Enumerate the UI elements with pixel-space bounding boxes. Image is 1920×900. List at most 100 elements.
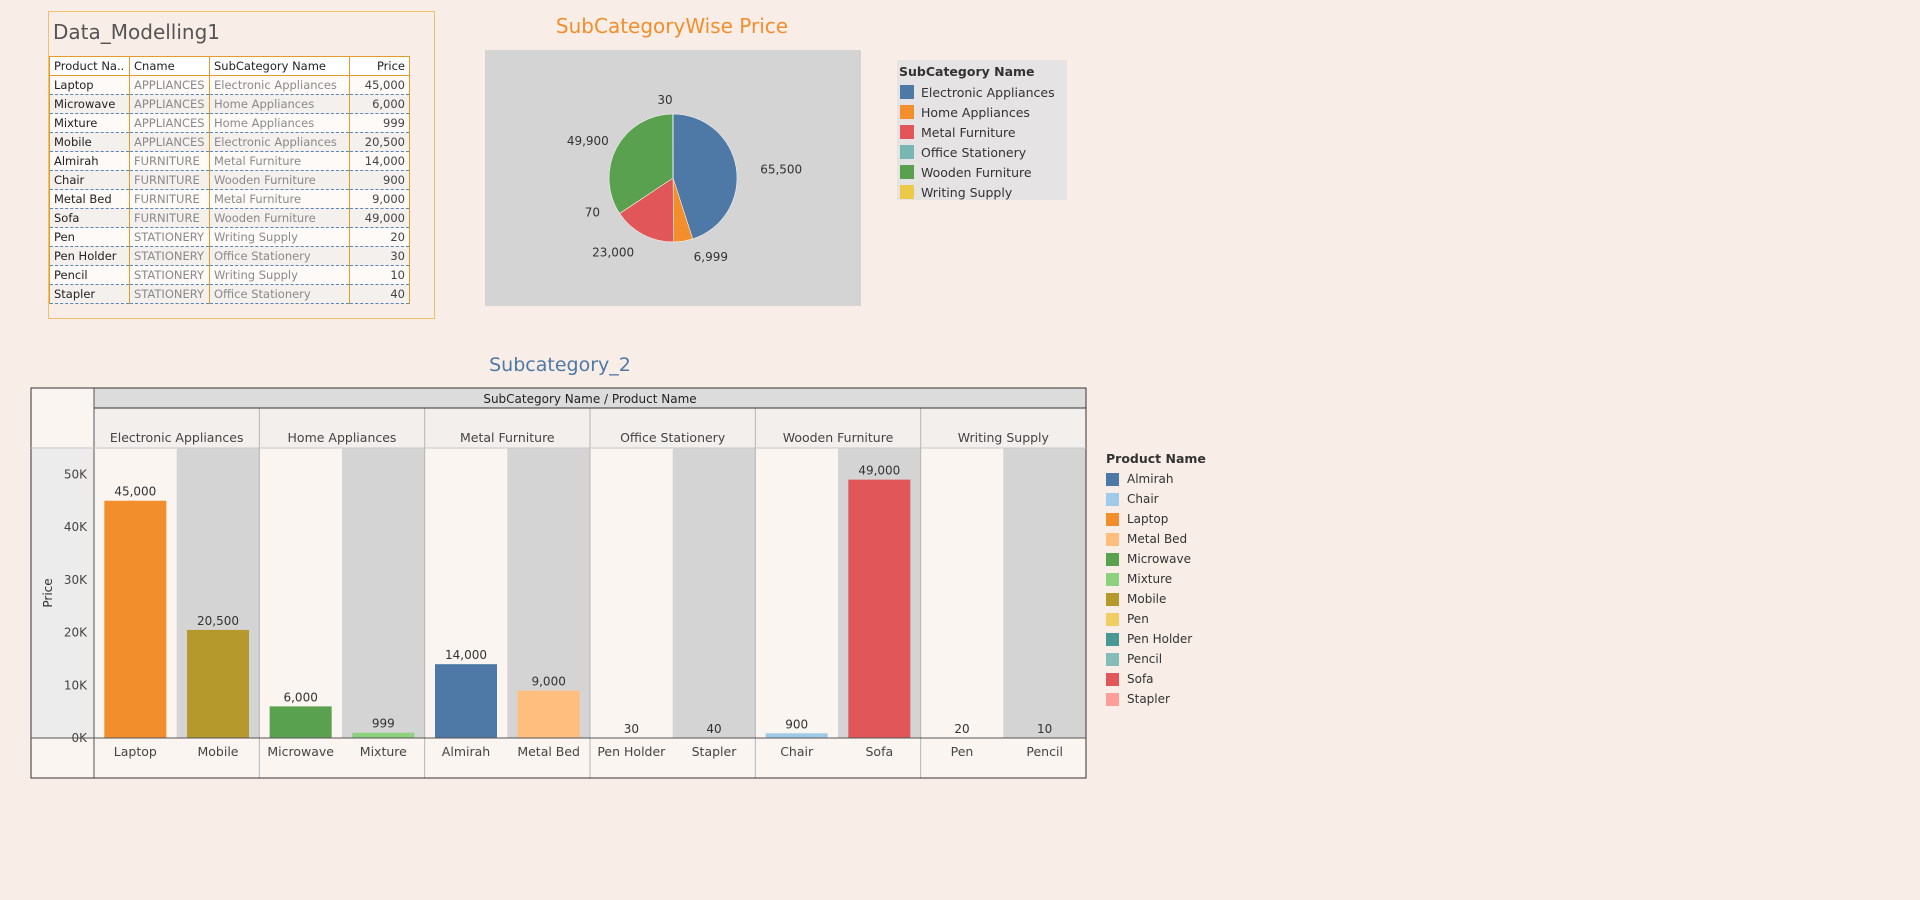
table-worksheet: Data_Modelling1 Product Na.. Cname SubCate… bbox=[48, 11, 435, 319]
table-cell: Electronic Appliances bbox=[209, 132, 350, 152]
legend-swatch bbox=[1106, 672, 1119, 686]
legend-label: Writing Supply bbox=[921, 184, 1013, 200]
x-tick-label: Pen Holder bbox=[597, 744, 666, 759]
bar-legend-item[interactable]: Metal Bed bbox=[1106, 529, 1246, 549]
x-tick-label: Metal Bed bbox=[517, 744, 580, 759]
legend-label: Home Appliances bbox=[921, 104, 1030, 120]
bar-value-label: 20,500 bbox=[197, 614, 239, 628]
bar-legend-item[interactable]: Laptop bbox=[1106, 509, 1246, 529]
bar-legend-item[interactable]: Sofa bbox=[1106, 669, 1246, 689]
pie-legend-item[interactable]: Wooden Furniture bbox=[900, 162, 1067, 182]
table-cell: Office Stationery bbox=[209, 246, 350, 266]
bar-legend-item[interactable]: Pen Holder bbox=[1106, 629, 1246, 649]
pie-slice-label: 70 bbox=[585, 206, 600, 220]
table-row[interactable]: Almirah FURNITURE Metal Furniture 14,000 bbox=[49, 151, 410, 171]
bar-legend-item[interactable]: Mixture bbox=[1106, 569, 1246, 589]
table-cell: FURNITURE bbox=[129, 208, 210, 228]
y-tick-label: 10K bbox=[64, 678, 88, 692]
x-tick-label: Sofa bbox=[866, 744, 894, 759]
table-cell: Office Stationery bbox=[209, 284, 350, 304]
table-cell: 14,000 bbox=[349, 151, 410, 171]
x-tick-label: Laptop bbox=[114, 744, 157, 759]
column-header[interactable]: Price bbox=[349, 56, 410, 76]
table-cell: 20,500 bbox=[349, 132, 410, 152]
pie-legend-item[interactable]: Office Stationery bbox=[900, 142, 1067, 162]
legend-swatch bbox=[900, 185, 914, 199]
column-header[interactable]: Cname bbox=[129, 56, 210, 76]
bar-legend: Product Name Almirah Chair Laptop Metal Bed… bbox=[1106, 451, 1246, 709]
x-tick-label: Microwave bbox=[267, 744, 334, 759]
table-row[interactable]: Metal Bed FURNITURE Metal Furniture 9,000 bbox=[49, 189, 410, 209]
pie-legend-item[interactable]: Writing Supply bbox=[900, 182, 1067, 202]
bar bbox=[187, 629, 249, 738]
legend-swatch bbox=[1106, 632, 1119, 646]
legend-label: Pen bbox=[1127, 612, 1149, 626]
column-header[interactable]: SubCategory Name bbox=[209, 56, 350, 76]
pie-legend-item[interactable]: Metal Furniture bbox=[900, 122, 1067, 142]
pie-slice-label: 30 bbox=[657, 93, 672, 107]
group-label: Office Stationery bbox=[620, 430, 726, 445]
table-cell: FURNITURE bbox=[129, 170, 210, 190]
table-cell: Microwave bbox=[49, 94, 130, 114]
bar-legend-item[interactable]: Almirah bbox=[1106, 469, 1246, 489]
pie-legend-item[interactable]: Electronic Appliances bbox=[900, 82, 1067, 102]
bar-legend-item[interactable]: Microwave bbox=[1106, 549, 1246, 569]
table-cell: Home Appliances bbox=[209, 94, 350, 114]
legend-swatch bbox=[900, 105, 914, 119]
table-row[interactable]: Stapler STATIONERY Office Stationery 40 bbox=[49, 284, 410, 304]
column-pane bbox=[672, 448, 756, 738]
table-row[interactable]: Mixture APPLIANCES Home Appliances 999 bbox=[49, 113, 410, 133]
table-cell: 9,000 bbox=[349, 189, 410, 209]
y-tick-label: 20K bbox=[64, 626, 88, 640]
legend-swatch bbox=[900, 85, 914, 99]
table-cell: Pencil bbox=[49, 265, 130, 285]
legend-swatch bbox=[1106, 492, 1119, 506]
legend-swatch bbox=[900, 165, 914, 179]
corner-cell bbox=[31, 388, 94, 448]
pie-chart-title: SubCategoryWise Price bbox=[555, 14, 789, 38]
table-cell: Mixture bbox=[49, 113, 130, 133]
legend-swatch bbox=[1106, 612, 1119, 626]
bar-legend-item[interactable]: Pen bbox=[1106, 609, 1246, 629]
pie-legend-items: Electronic Appliances Home Appliances Meta… bbox=[897, 82, 1067, 202]
legend-label: Stapler bbox=[1127, 692, 1170, 706]
table-body: Laptop APPLIANCES Electronic Appliances 45,… bbox=[49, 75, 410, 304]
column-header[interactable]: Product Na.. bbox=[49, 56, 130, 76]
table-cell: 45,000 bbox=[349, 75, 410, 95]
bar-legend-item[interactable]: Pencil bbox=[1106, 649, 1246, 669]
table-row[interactable]: Chair FURNITURE Wooden Furniture 900 bbox=[49, 170, 410, 190]
bar-legend-item[interactable]: Stapler bbox=[1106, 689, 1246, 709]
pie-legend-item[interactable]: Home Appliances bbox=[900, 102, 1067, 122]
legend-swatch bbox=[1106, 652, 1119, 666]
table-row[interactable]: Laptop APPLIANCES Electronic Appliances 45,… bbox=[49, 75, 410, 95]
bar-value-label: 40 bbox=[706, 722, 721, 736]
table-row[interactable]: Pencil STATIONERY Writing Supply 10 bbox=[49, 265, 410, 285]
bar bbox=[269, 706, 332, 738]
table-row[interactable]: Mobile APPLIANCES Electronic Appliances 20,… bbox=[49, 132, 410, 152]
bar-legend-item[interactable]: Mobile bbox=[1106, 589, 1246, 609]
legend-swatch bbox=[1106, 592, 1119, 606]
legend-swatch bbox=[1106, 692, 1119, 706]
column-pane bbox=[920, 448, 1004, 738]
group-label: Electronic Appliances bbox=[110, 430, 244, 445]
bar-legend-title: Product Name bbox=[1106, 451, 1206, 466]
table-cell: 900 bbox=[349, 170, 410, 190]
bar-value-label: 10 bbox=[1037, 722, 1052, 736]
table-cell: 20 bbox=[349, 227, 410, 247]
table-row[interactable]: Sofa FURNITURE Wooden Furniture 49,000 bbox=[49, 208, 410, 228]
table-cell: Sofa bbox=[49, 208, 130, 228]
table-cell: STATIONERY bbox=[129, 227, 210, 247]
bar-legend-item[interactable]: Chair bbox=[1106, 489, 1246, 509]
y-tick-label: 40K bbox=[64, 520, 88, 534]
table-row[interactable]: Pen Holder STATIONERY Office Stationery 30 bbox=[49, 246, 410, 266]
x-tick-label: Stapler bbox=[692, 744, 738, 759]
table-row[interactable]: Pen STATIONERY Writing Supply 20 bbox=[49, 227, 410, 247]
legend-label: Wooden Furniture bbox=[921, 164, 1032, 180]
table-cell: 30 bbox=[349, 246, 410, 266]
table-cell: Almirah bbox=[49, 151, 130, 171]
column-pane bbox=[1003, 448, 1086, 738]
table-row[interactable]: Microwave APPLIANCES Home Appliances 6,000 bbox=[49, 94, 410, 114]
group-label: Home Appliances bbox=[288, 430, 397, 445]
bar-value-label: 999 bbox=[372, 717, 395, 731]
bar-value-label: 30 bbox=[624, 722, 639, 736]
